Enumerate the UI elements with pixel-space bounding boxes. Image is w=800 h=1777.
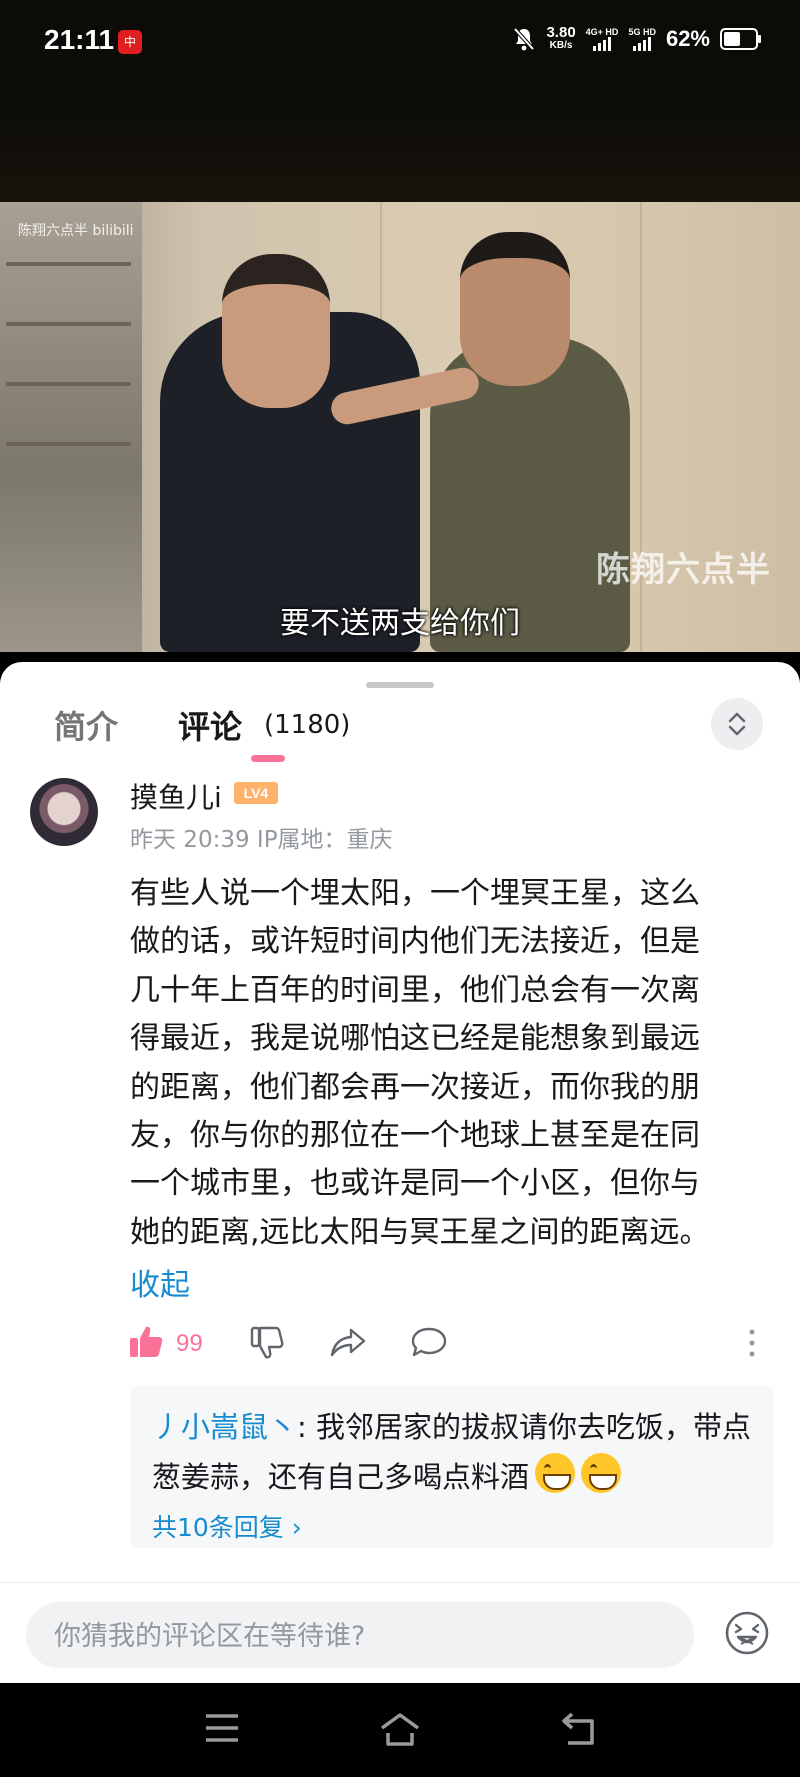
network-speed-value: 3.80 bbox=[546, 24, 576, 41]
expand-collapse-icon bbox=[728, 712, 746, 736]
comment-count: (1180) bbox=[264, 710, 351, 740]
reply-text-block: 丿小嵩鼠丶: 我邻居家的拔叔请你去吃饭，带点葱姜蒜，还有自己多喝点料酒 bbox=[152, 1402, 762, 1502]
comment-line: 得最近，我是说哪怕这已经是能想象到最远 bbox=[130, 1021, 700, 1057]
emoji-button-icon[interactable] bbox=[724, 1610, 770, 1656]
status-time: 21:11 bbox=[44, 24, 115, 55]
avatar[interactable] bbox=[30, 778, 98, 846]
collapse-link[interactable]: 收起 bbox=[130, 1260, 190, 1304]
status-indicators: 3.80 KB/s 4G+ HD 5G HD 62% bbox=[512, 24, 761, 52]
video-subtitle: 要不送两支给你们 bbox=[280, 606, 520, 641]
comment-sheet: 简介 评论 (1180) 摸鱼儿i LV4 昨天 20:39 IP属地：重庆 有… bbox=[0, 662, 800, 1683]
comment-username[interactable]: 摸鱼儿i bbox=[130, 776, 222, 816]
system-navigation-bar bbox=[0, 1683, 800, 1777]
video-person-left-head bbox=[222, 254, 330, 408]
sim1-signal: 4G+ HD bbox=[585, 27, 619, 51]
comment-input-bar[interactable] bbox=[26, 1602, 694, 1670]
active-tab-indicator bbox=[251, 755, 285, 762]
menu-icon[interactable] bbox=[204, 1711, 240, 1745]
dislike-icon[interactable] bbox=[249, 1324, 285, 1360]
comment-line: 几十年上百年的时间里，他们总会有一次离 bbox=[130, 972, 700, 1008]
sim1-label: 4G+ HD bbox=[585, 27, 619, 37]
reply-icon[interactable] bbox=[410, 1324, 448, 1360]
video-player[interactable]: 陈翔六点半 bilibili 陈翔六点半 要不送两支给你们 bbox=[0, 202, 800, 652]
sim2-signal: 5G HD bbox=[628, 27, 656, 51]
video-person-right-head bbox=[460, 232, 570, 386]
user-level-badge: LV4 bbox=[234, 782, 278, 804]
signal-bars-icon bbox=[593, 37, 612, 51]
battery-icon bbox=[720, 28, 761, 50]
more-options-icon[interactable] bbox=[748, 1328, 756, 1358]
video-background-shelf bbox=[0, 202, 142, 652]
drag-handle[interactable] bbox=[366, 682, 434, 688]
video-channel-logo: 陈翔六点半 bbox=[596, 550, 771, 590]
comment-input[interactable] bbox=[52, 1602, 676, 1670]
network-speed: 3.80 KB/s bbox=[546, 24, 576, 52]
battery-percent: 62% bbox=[665, 26, 710, 51]
view-replies-link[interactable]: 共10条回复 › bbox=[152, 1508, 302, 1544]
comment-line: 的距离，他们都会再一次接近，而你我的朋 bbox=[130, 1069, 700, 1105]
sim2-label: 5G HD bbox=[628, 27, 656, 37]
reply-username[interactable]: 丿小嵩鼠丶 bbox=[152, 1410, 297, 1444]
signal-bars-icon bbox=[633, 37, 652, 51]
video-watermark: 陈翔六点半 bilibili bbox=[18, 223, 134, 239]
like-count: 99 bbox=[176, 1330, 203, 1357]
battery-fill bbox=[724, 32, 741, 46]
like-icon[interactable] bbox=[128, 1324, 164, 1360]
comment-line: 一个城市里，也或许是同一个小区，但你与 bbox=[130, 1166, 700, 1202]
comment-meta: 昨天 20:39 IP属地：重庆 bbox=[130, 827, 393, 853]
back-icon[interactable] bbox=[560, 1711, 598, 1747]
comment-line: 有些人说一个埋太阳，一个埋冥王星，这么 bbox=[130, 876, 700, 911]
mute-bell-icon bbox=[513, 27, 535, 51]
reply-preview[interactable]: 丿小嵩鼠丶: 我邻居家的拔叔请你去吃饭，带点葱姜蒜，还有自己多喝点料酒 共10条… bbox=[130, 1386, 774, 1548]
app-notification-icon: 中 bbox=[118, 30, 142, 54]
status-bar: 21:11 中 3.80 KB/s 4G+ HD 5G HD 62% bbox=[0, 0, 800, 88]
comment-text: 有些人说一个埋太阳，一个埋冥王星，这么 做的话，或许短时间内他们无法接近，但是 … bbox=[130, 870, 776, 1257]
tab-comments[interactable]: 评论 bbox=[178, 702, 242, 748]
comment-line: 友，你与你的那位在一个地球上甚至是在同 bbox=[130, 1118, 700, 1154]
grinning-emoji-icon bbox=[581, 1453, 622, 1493]
video-letterbox[interactable] bbox=[0, 88, 800, 202]
grinning-emoji-icon bbox=[535, 1453, 576, 1493]
share-icon[interactable] bbox=[329, 1324, 367, 1360]
divider bbox=[0, 1582, 800, 1583]
network-speed-unit: KB/s bbox=[549, 40, 573, 51]
comment-line: 做的话，或许短时间内他们无法接近，但是 bbox=[130, 924, 700, 960]
sort-button[interactable] bbox=[711, 698, 763, 750]
home-icon[interactable] bbox=[378, 1711, 422, 1747]
tab-intro[interactable]: 简介 bbox=[54, 702, 118, 748]
comment-line: 她的距离,远比太阳与冥王星之间的距离远。 bbox=[130, 1214, 710, 1250]
